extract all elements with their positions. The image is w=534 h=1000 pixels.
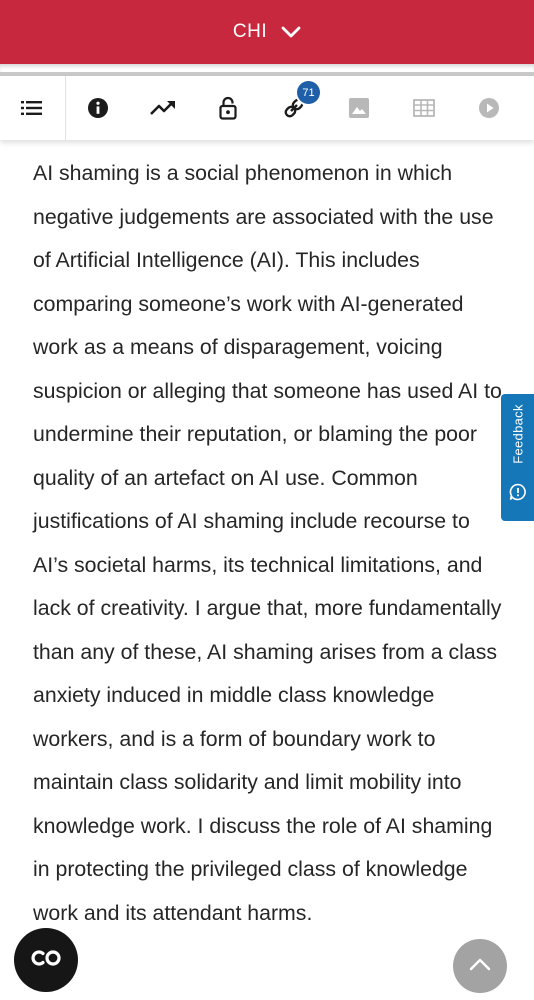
toolbar-divider (65, 76, 66, 140)
toolbar-figures-button[interactable] (339, 76, 379, 140)
venue-title[interactable]: CHI (233, 21, 267, 43)
play-icon (479, 98, 499, 118)
closed-captions-icon (29, 949, 63, 972)
closed-captions-button[interactable] (14, 928, 78, 992)
lock-icon (219, 96, 237, 120)
image-icon (349, 98, 369, 118)
feedback-label: Feedback (510, 404, 525, 464)
toolbar-info-button[interactable] (78, 76, 118, 140)
chevron-up-icon (469, 957, 491, 976)
article-toolbar (0, 76, 534, 140)
trending-up-icon (150, 100, 176, 116)
abstract-text: AI shaming is a social phenomenon in whi… (33, 161, 502, 925)
feedback-button[interactable]: Feedback (501, 394, 534, 521)
table-icon (413, 99, 435, 117)
chevron-down-icon[interactable] (281, 26, 301, 38)
toolbar-access-button[interactable] (208, 76, 248, 140)
feedback-icon (509, 483, 527, 506)
toolbar-toc-button[interactable] (12, 76, 52, 140)
list-icon (21, 100, 43, 116)
toolbar-media-button[interactable] (469, 76, 509, 140)
toolbar-metrics-button[interactable] (143, 76, 183, 140)
scroll-to-top-button[interactable] (453, 939, 507, 993)
top-bar: CHI (0, 0, 534, 64)
info-icon (87, 97, 109, 119)
toolbar-tables-button[interactable] (404, 76, 444, 140)
references-count-badge: 71 (297, 81, 320, 104)
